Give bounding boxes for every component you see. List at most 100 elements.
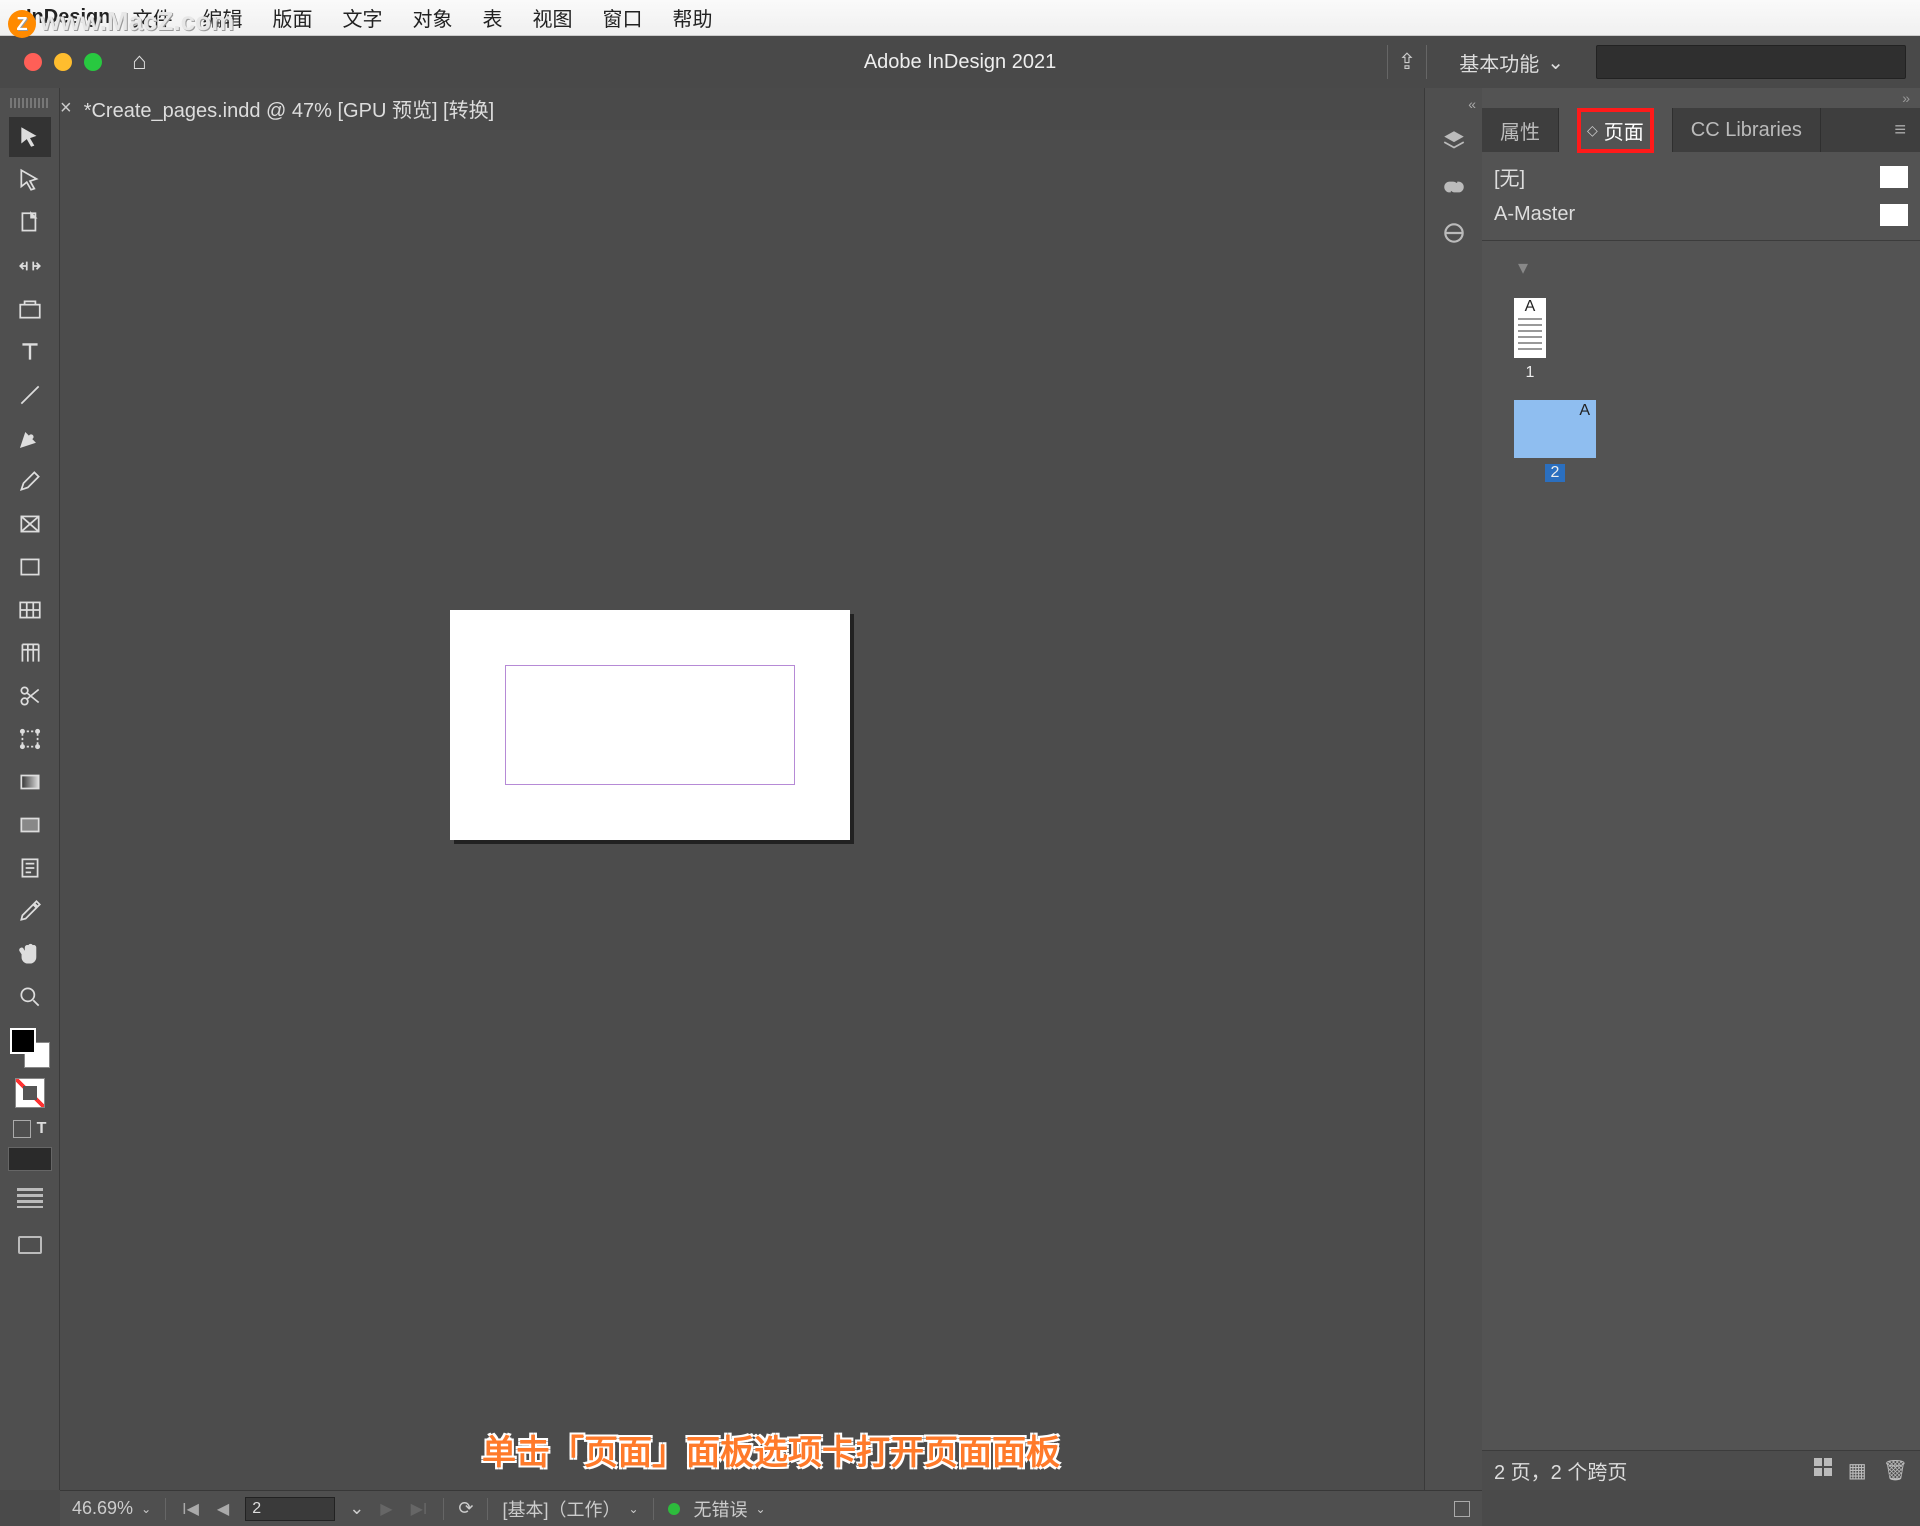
master-a-label: A-Master [1494, 203, 1575, 226]
page-2-number: 2 [1545, 464, 1566, 482]
grid-tool-2[interactable] [9, 633, 51, 673]
free-transform-tool[interactable] [9, 719, 51, 759]
share-icon[interactable]: ⇪ [1387, 45, 1427, 79]
prev-page-button[interactable]: ◀ [215, 1499, 231, 1519]
stroke-indicator[interactable] [10, 1073, 50, 1113]
page-2[interactable]: A 2 [1514, 400, 1596, 482]
gradient-swatch-tool[interactable] [9, 762, 51, 802]
close-window-button[interactable] [24, 53, 42, 71]
content-collector-tool[interactable] [9, 289, 51, 329]
view-mode-preview[interactable] [9, 1225, 51, 1265]
rectangle-frame-tool[interactable] [9, 504, 51, 544]
margin-guide [505, 665, 795, 785]
tab-cclibraries[interactable]: CC Libraries [1673, 108, 1821, 152]
rectangle-tool[interactable] [9, 547, 51, 587]
page-1-number: 1 [1526, 364, 1535, 382]
hand-tool[interactable] [9, 934, 51, 974]
instruction-overlay: 单击「页面」面板选项卡打开页面面板 [482, 1425, 1060, 1474]
pages-grid-icon[interactable] [1814, 1458, 1832, 1476]
direct-selection-tool[interactable] [9, 160, 51, 200]
app-title: Adobe InDesign 2021 [864, 51, 1056, 74]
pencil-tool[interactable] [9, 461, 51, 501]
preflight-profile-dropdown[interactable]: [基本]（工作）⌄ [502, 1496, 638, 1522]
page-number-input[interactable] [245, 1497, 335, 1521]
tab-pages[interactable]: ◇ 页面 [1559, 108, 1673, 152]
preflight-status-icon [668, 1503, 680, 1515]
line-tool[interactable] [9, 375, 51, 415]
expand-dock-icon[interactable]: « [1468, 96, 1476, 112]
toolbox-grip[interactable] [10, 98, 50, 108]
panel-collapse-icon[interactable]: » [1482, 88, 1920, 108]
type-tool[interactable] [9, 332, 51, 372]
links-panel-icon[interactable] [1437, 170, 1471, 204]
spread-marker-icon: ▾ [1518, 255, 1528, 280]
note-tool[interactable] [9, 848, 51, 888]
menu-window[interactable]: 窗口 [602, 3, 642, 32]
pages-updown-icon: ◇ [1587, 122, 1598, 139]
next-page-button[interactable]: ▶ [378, 1499, 394, 1519]
panel-menu-icon[interactable]: ≡ [1880, 108, 1920, 152]
page-1-thumb: A [1514, 298, 1546, 358]
home-icon[interactable]: ⌂ [132, 48, 147, 76]
maximize-window-button[interactable] [84, 53, 102, 71]
menu-edit[interactable]: 编辑 [202, 3, 242, 32]
gap-tool[interactable] [9, 246, 51, 286]
gradient-feather-tool[interactable] [9, 805, 51, 845]
master-pages-list: [无] A-Master [1482, 152, 1920, 241]
master-a-thumb [1880, 204, 1908, 226]
window-controls [24, 53, 102, 71]
orientation-icon[interactable]: ⟳ [458, 1498, 473, 1519]
layers-panel-icon[interactable] [1437, 124, 1471, 158]
menu-object[interactable]: 对象 [412, 3, 452, 32]
stroke-panel-icon[interactable] [1437, 216, 1471, 250]
window-arrange-icon[interactable] [1454, 1501, 1470, 1517]
toolbox: T [0, 88, 60, 1490]
canvas-area[interactable]: 单击「页面」面板选项卡打开页面面板 [60, 130, 1482, 1490]
mac-menubar: InDesign 文件 编辑 版面 文字 对象 表 视图 窗口 帮助 [0, 0, 1920, 36]
chevron-down-icon[interactable]: ⌄ [349, 1498, 364, 1519]
page-spread[interactable] [450, 610, 850, 840]
page-tool[interactable] [9, 203, 51, 243]
app-topbar: ⌂ Adobe InDesign 2021 ⇪ 基本功能 ⌄ [0, 36, 1920, 88]
view-mode-normal[interactable] [9, 1178, 51, 1218]
last-page-button[interactable]: ▶I [409, 1499, 430, 1519]
chevron-down-icon: ⌄ [1547, 50, 1564, 75]
app-name[interactable]: InDesign [26, 6, 110, 29]
eyedropper-tool[interactable] [9, 891, 51, 931]
search-input[interactable] [1596, 45, 1906, 79]
fill-stroke-swatch[interactable] [8, 1026, 52, 1070]
menu-layout[interactable]: 版面 [272, 3, 312, 32]
master-none-thumb [1880, 166, 1908, 188]
minimize-window-button[interactable] [54, 53, 72, 71]
tab-properties[interactable]: 属性 [1482, 108, 1559, 152]
grid-tool[interactable] [9, 590, 51, 630]
new-page-icon[interactable]: ▦ [1848, 1458, 1867, 1483]
workspace-selector[interactable]: 基本功能 ⌄ [1447, 48, 1576, 77]
format-container-text[interactable]: T [13, 1120, 47, 1138]
menu-help[interactable]: 帮助 [672, 3, 712, 32]
menu-table[interactable]: 表 [482, 3, 502, 32]
scissors-tool[interactable] [9, 676, 51, 716]
page-1[interactable]: A 1 [1514, 298, 1546, 382]
menu-type[interactable]: 文字 [342, 3, 382, 32]
pages-footer-status: 2 页，2 个跨页 [1494, 1456, 1627, 1485]
close-tab-icon[interactable]: × [60, 97, 72, 120]
pen-tool[interactable] [9, 418, 51, 458]
menu-file[interactable]: 文件 [132, 3, 172, 32]
zoom-dropdown[interactable]: 46.69%⌄ [72, 1498, 151, 1519]
selection-tool[interactable] [9, 117, 51, 157]
tab-pages-label: 页面 [1604, 116, 1644, 145]
right-panel: » 属性 ◇ 页面 CC Libraries ≡ [无] A-Master ▾ … [1482, 88, 1920, 1490]
pages-list: ▾ A 1 A 2 [1482, 241, 1920, 496]
status-bar: 46.69%⌄ I◀ ◀ ⌄ ▶ ▶I ⟳ [基本]（工作）⌄ 无错误⌄ [60, 1490, 1482, 1526]
master-a[interactable]: A-Master [1494, 203, 1908, 226]
master-none[interactable]: [无] [1494, 162, 1908, 191]
first-page-button[interactable]: I◀ [180, 1499, 201, 1519]
zoom-tool[interactable] [9, 977, 51, 1017]
document-tab[interactable]: × *Create_pages.indd @ 47% [GPU 预览] [转换] [60, 88, 494, 128]
menu-view[interactable]: 视图 [532, 3, 572, 32]
delete-page-icon[interactable]: 🗑 [1883, 1458, 1908, 1483]
apply-color-row[interactable] [8, 1147, 52, 1171]
preflight-errors-dropdown[interactable]: 无错误⌄ [694, 1496, 766, 1522]
master-none-label: [无] [1494, 162, 1525, 191]
